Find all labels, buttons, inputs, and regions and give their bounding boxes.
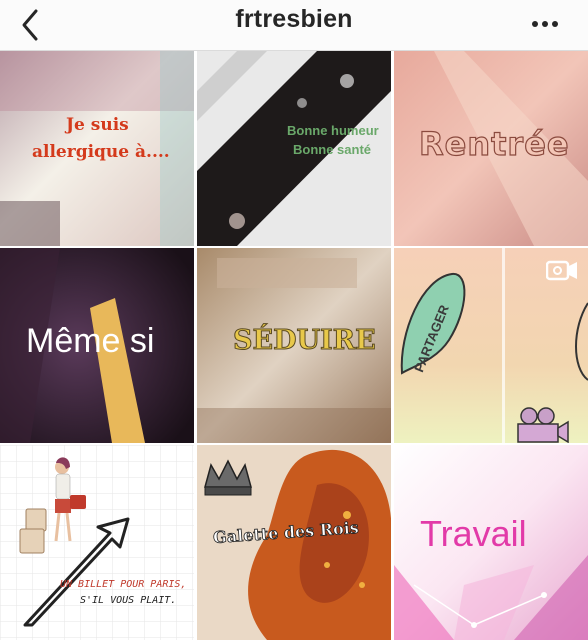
profile-username: frtresbien <box>235 5 353 33</box>
more-horizontal-icon[interactable] <box>530 16 560 32</box>
post-tile-billet-paris[interactable]: UN BILLET POUR PARIS, S'IL VOUS PLAIT. <box>0 445 194 640</box>
post-caption: Même si <box>26 322 155 360</box>
post-tile-galette[interactable]: Galette des Rois <box>197 445 391 640</box>
post-caption: Séduire <box>233 325 377 357</box>
post-tile-meme-si[interactable]: Même si <box>0 248 194 443</box>
post-caption-line-1: Bonne humeur <box>287 123 379 138</box>
post-caption-line-2: Bonne santé <box>293 142 372 157</box>
post-caption: Rentrée <box>418 124 570 163</box>
post-tile-partager[interactable]: PARTAGER <box>394 248 588 443</box>
post-thumbnail <box>0 445 194 640</box>
crown-icon <box>204 459 252 496</box>
post-tile-rentree[interactable]: Rentrée <box>394 51 588 246</box>
post-caption-line-1: Je suis <box>66 115 129 135</box>
post-tile-bonne-humeur[interactable]: Bonne humeur Bonne santé <box>197 51 391 246</box>
top-bar: frtresbien <box>0 0 588 51</box>
post-grid: Je suis allergique à.... Bonne humeur Bo… <box>0 51 588 640</box>
post-caption-line-2: S'IL VOUS PLAIT. <box>80 595 177 606</box>
post-tile-travail[interactable]: Travail <box>394 445 588 640</box>
post-tile-seduire[interactable]: Séduire <box>197 248 391 443</box>
post-caption-line-1: UN BILLET POUR PARIS, <box>60 579 187 590</box>
video-camera-icon <box>546 260 577 281</box>
post-tile-allergique[interactable]: Je suis allergique à.... <box>0 51 194 246</box>
post-caption: Travail <box>420 513 527 554</box>
post-caption-line-2: allergique à.... <box>32 142 170 162</box>
